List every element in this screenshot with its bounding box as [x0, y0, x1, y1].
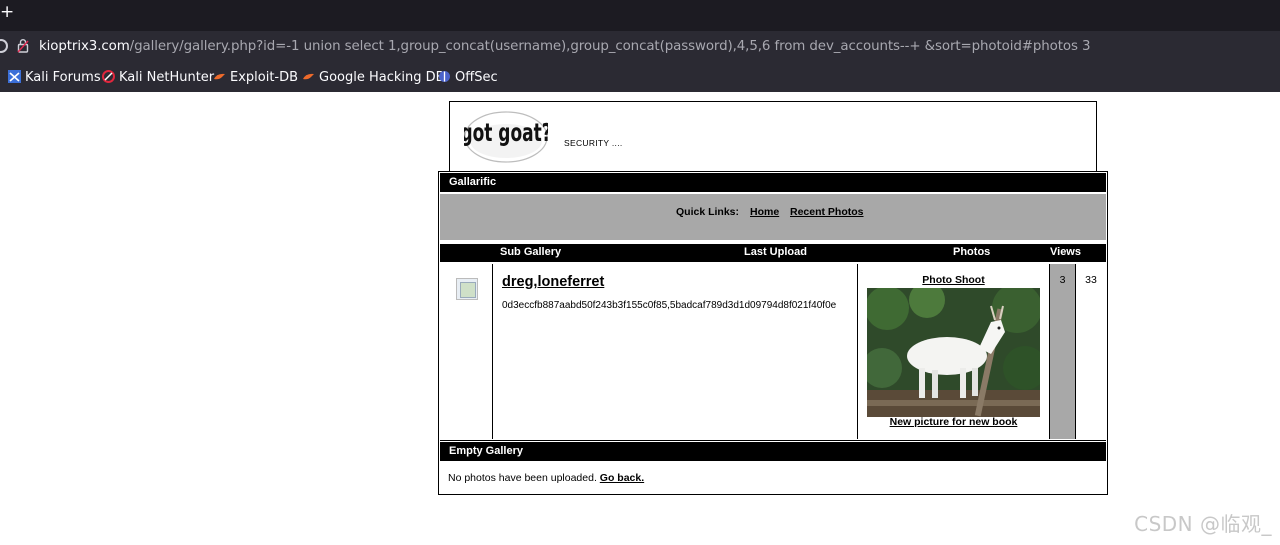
bookmark-label: Kali NetHunter	[119, 70, 215, 85]
table-row: dreg,loneferret 0d3eccfb887aabd50f243b3f…	[440, 264, 1106, 439]
bookmark-label: OffSec	[455, 70, 498, 85]
photos-count-cell: 3	[1050, 264, 1076, 439]
gallery-info-cell: dreg,loneferret 0d3eccfb887aabd50f243b3f…	[493, 264, 858, 439]
sub-gallery-description: 0d3eccfb887aabd50f243b3f155c0f85,5badcaf…	[502, 300, 837, 311]
quick-links-bar: Quick Links: Home Recent Photos	[440, 194, 1106, 240]
divider	[440, 440, 1106, 441]
reload-icon[interactable]	[0, 39, 8, 53]
gallery-thumb-cell	[440, 264, 493, 439]
col-last-upload: Last Upload	[744, 246, 807, 258]
bookmark-label: Kali Forums	[25, 70, 101, 85]
col-views: Views	[1050, 246, 1081, 258]
empty-gallery-title-bar: Empty Gallery	[440, 442, 1106, 461]
photos-count: 3	[1059, 274, 1066, 286]
got-goat-logo: got goat?	[464, 111, 548, 163]
bookmark-kali-nethunter[interactable]: Kali NetHunter	[102, 70, 214, 86]
url-text[interactable]: kioptrix3.com/gallery/gallery.php?id=-1 …	[39, 39, 1091, 55]
gallery-title: Gallarific	[449, 176, 497, 188]
url-path: /gallery/gallery.php?id=-1 union select …	[129, 39, 1091, 54]
bookmarks-toolbar: Kali Forums Kali NetHunter Exploit-DB Go…	[0, 62, 1280, 92]
empty-gallery-title: Empty Gallery	[449, 445, 523, 457]
empty-message-text: No photos have been uploaded.	[448, 472, 597, 484]
site-header: got goat? SECURITY ....	[449, 101, 1097, 172]
quick-links-label: Quick Links:	[676, 206, 740, 218]
gallery-title-bar: Gallarific	[440, 173, 1106, 192]
kali-forums-icon	[8, 70, 21, 83]
empty-gallery-message: No photos have been uploaded. Go back.	[448, 472, 644, 484]
bookmark-offsec[interactable]: OffSec	[438, 70, 498, 86]
sub-gallery-link[interactable]: dreg,loneferret	[502, 274, 604, 290]
photo-title-link[interactable]: Photo Shoot	[858, 274, 1049, 286]
new-tab-button[interactable]: +	[0, 2, 14, 22]
gallery-container: Gallarific Quick Links: Home Recent Phot…	[438, 171, 1108, 495]
nethunter-icon	[102, 70, 115, 83]
address-bar[interactable]: kioptrix3.com/gallery/gallery.php?id=-1 …	[0, 31, 1280, 62]
home-link[interactable]: Home	[750, 206, 779, 218]
bookmark-google-hacking-db[interactable]: Google Hacking DB	[302, 70, 445, 86]
goat-photo[interactable]	[867, 288, 1040, 417]
bookmark-exploit-db[interactable]: Exploit-DB	[213, 70, 298, 86]
bookmark-label: Google Hacking DB	[319, 70, 445, 85]
last-upload-cell: Photo Shoot New picture for new book	[858, 264, 1050, 439]
csdn-watermark: CSDN @临观_	[1134, 512, 1272, 536]
column-header-row: Sub Gallery Last Upload Photos Views	[440, 244, 1106, 262]
ghdb-icon	[303, 73, 314, 80]
go-back-link[interactable]: Go back.	[600, 472, 644, 484]
web-page: got goat? SECURITY .... Gallarific Quick…	[0, 92, 1280, 545]
offsec-icon	[439, 71, 450, 82]
gallery-thumbnail-icon[interactable]	[456, 278, 478, 300]
site-tagline: SECURITY ....	[564, 138, 623, 148]
bookmark-kali-forums[interactable]: Kali Forums	[8, 70, 101, 86]
exploit-db-icon	[214, 73, 225, 80]
col-photos: Photos	[953, 246, 991, 258]
url-host: kioptrix3.com	[39, 39, 130, 54]
tab-strip: +	[0, 0, 1280, 31]
bookmark-label: Exploit-DB	[230, 70, 299, 85]
views-count-cell: 33	[1076, 264, 1106, 439]
col-sub-gallery: Sub Gallery	[500, 246, 562, 258]
views-count: 33	[1085, 274, 1097, 286]
recent-photos-link[interactable]: Recent Photos	[790, 206, 864, 218]
photo-caption-link[interactable]: New picture for new book	[858, 416, 1049, 428]
logo-text: got goat?	[464, 119, 548, 148]
lock-icon[interactable]	[17, 38, 29, 53]
